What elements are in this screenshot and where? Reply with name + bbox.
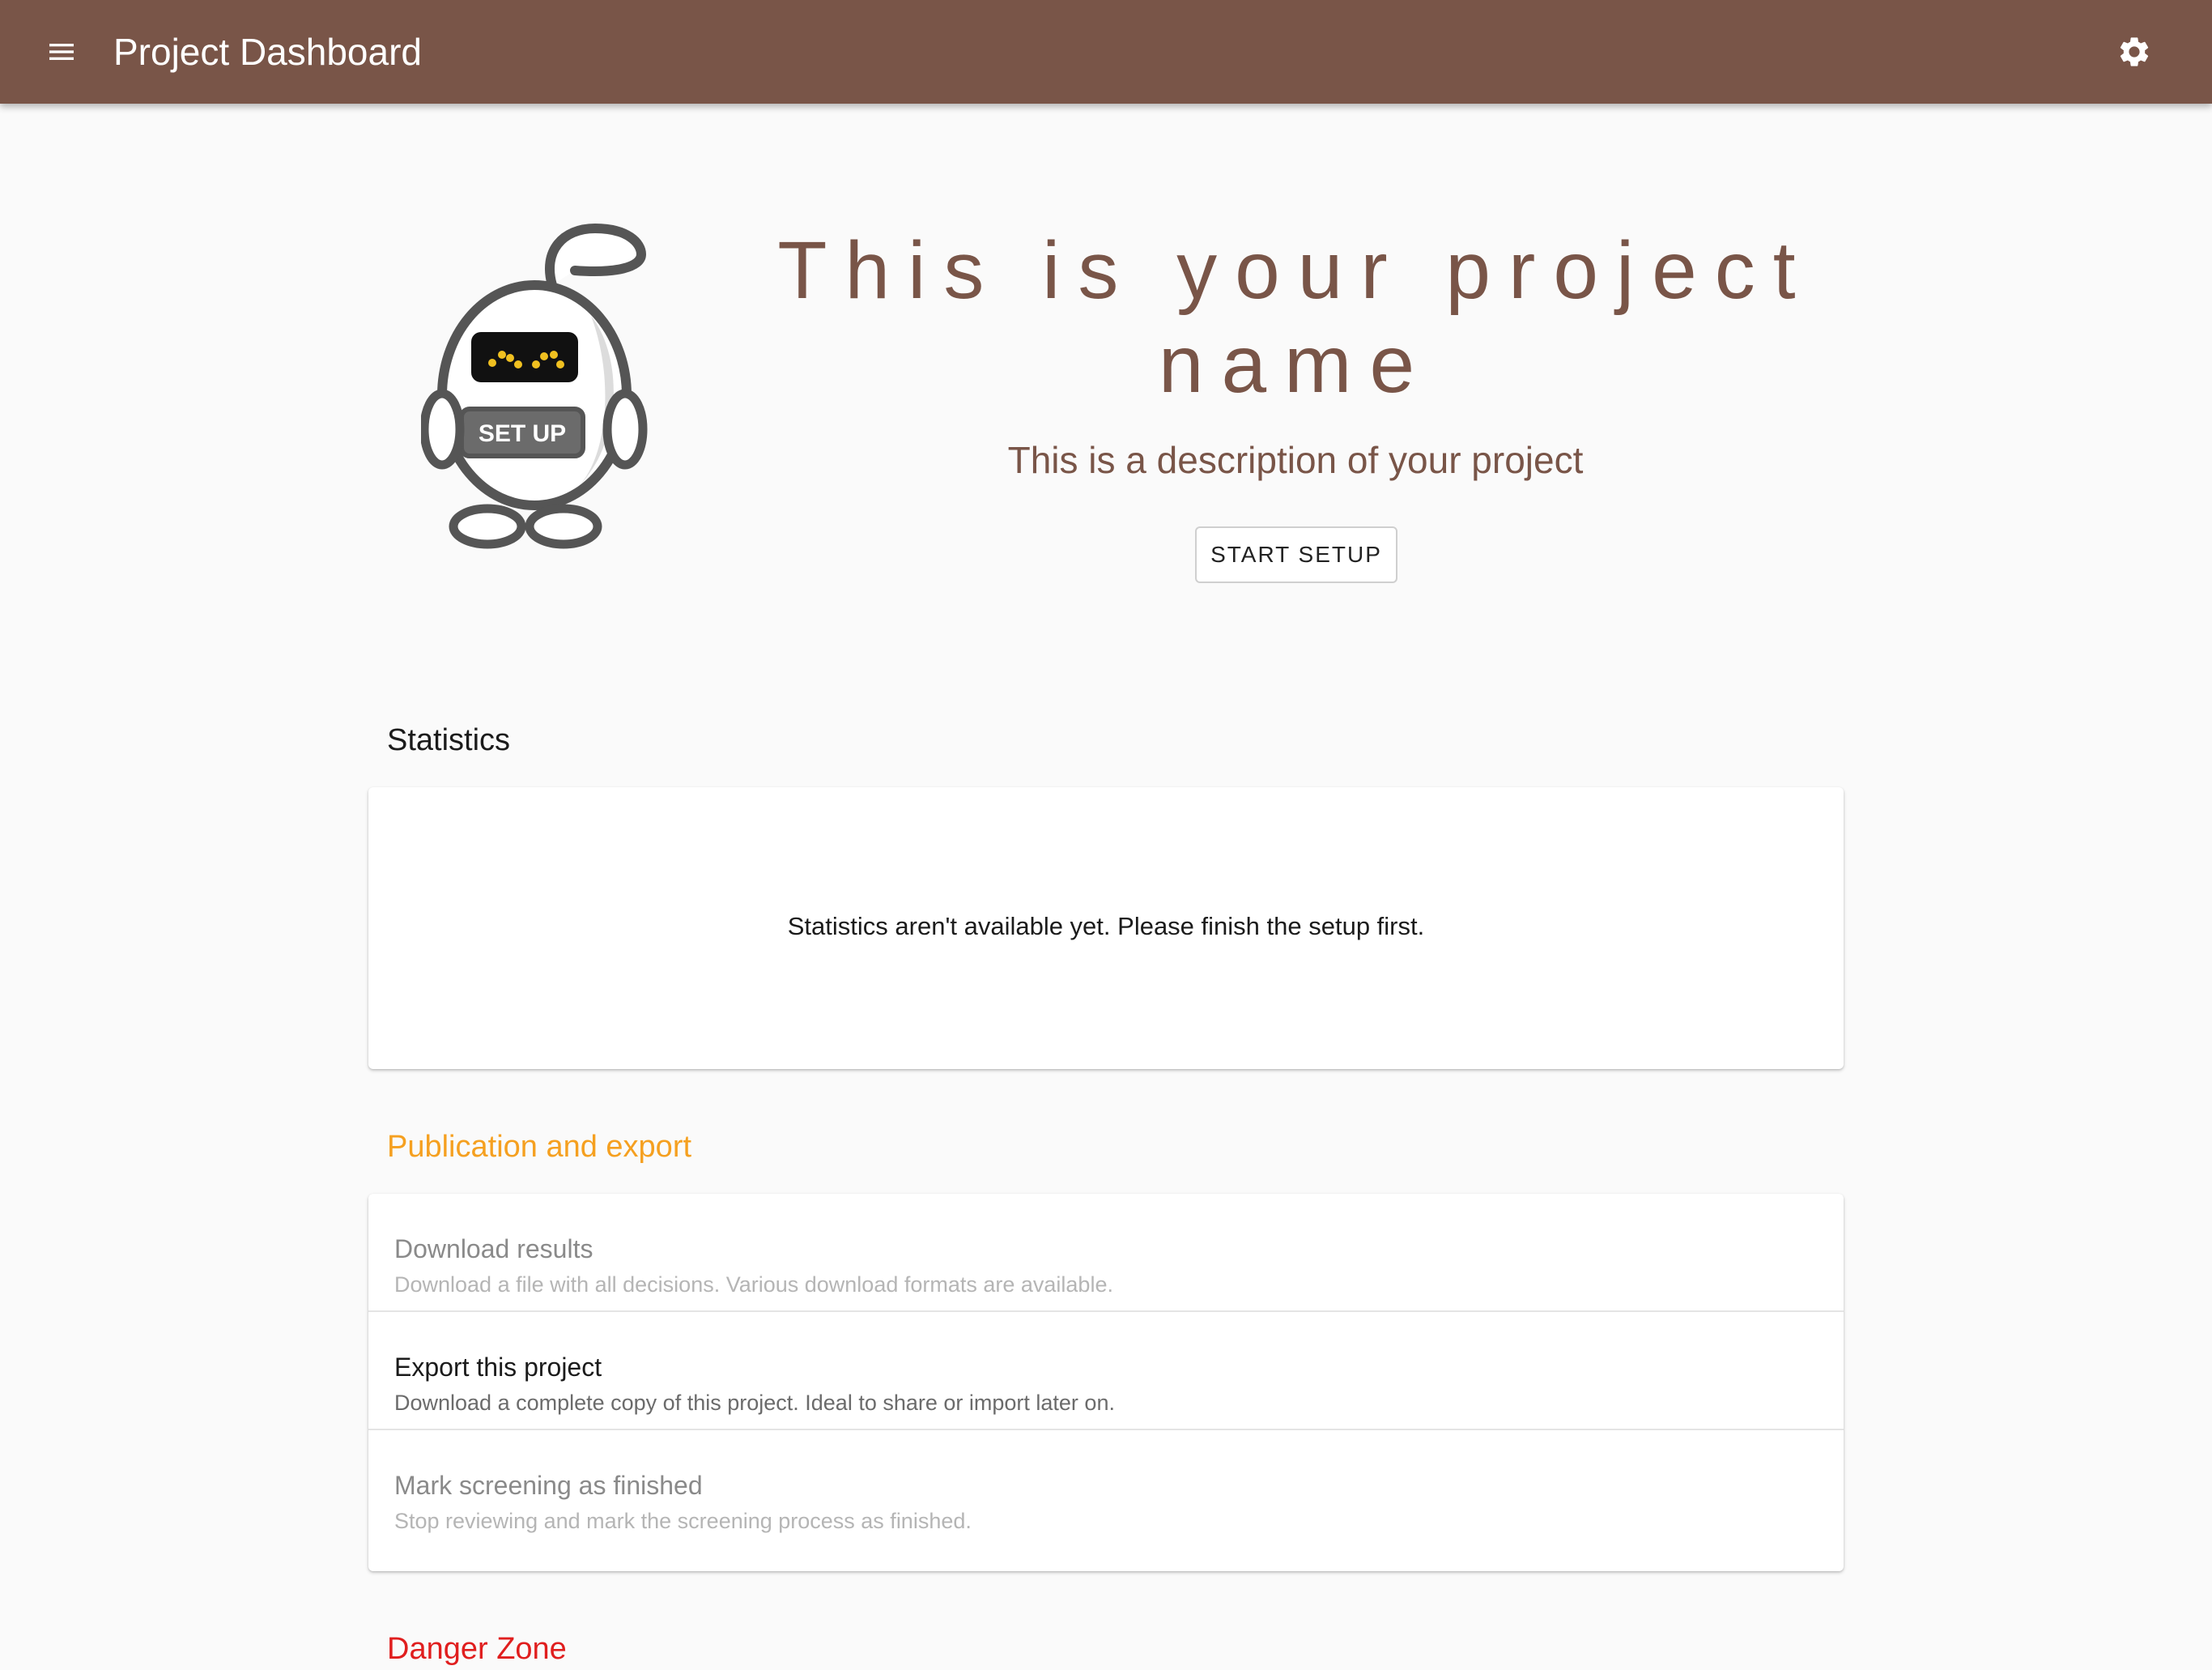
mark-screening-finished-item[interactable]: Mark screening as finished Stop reviewin… xyxy=(368,1430,1844,1571)
settings-button[interactable] xyxy=(2108,26,2160,78)
start-setup-button[interactable]: START SETUP xyxy=(1195,526,1397,583)
project-name-title: This is your project name xyxy=(777,225,1814,410)
app-title: Project Dashboard xyxy=(113,31,422,73)
menu-icon xyxy=(49,44,74,60)
download-results-title: Download results xyxy=(394,1234,593,1263)
mark-screening-finished-title: Mark screening as finished xyxy=(394,1471,703,1500)
statistics-heading: Statistics xyxy=(387,723,511,757)
export-project-title: Export this project xyxy=(394,1353,602,1382)
gear-icon xyxy=(2120,37,2149,66)
publication-export-heading: Publication and export xyxy=(387,1130,692,1164)
app-bar: Project Dashboard xyxy=(0,0,2212,104)
project-description: This is a description of your project xyxy=(1007,439,1584,481)
publication-export-card: Download results Download a file with al… xyxy=(368,1194,1844,1571)
export-project-subtitle: Download a complete copy of this project… xyxy=(394,1391,1115,1415)
danger-zone-heading: Danger Zone xyxy=(387,1632,567,1666)
statistics-unavailable-message: Statistics aren't available yet. Please … xyxy=(787,912,1425,940)
statistics-card: Statistics aren't available yet. Please … xyxy=(368,787,1844,1069)
export-project-item[interactable]: Export this project Download a complete … xyxy=(368,1312,1844,1430)
menu-button[interactable] xyxy=(36,26,87,78)
download-results-subtitle: Download a file with all decisions. Vari… xyxy=(394,1272,1113,1297)
mark-screening-finished-subtitle: Stop reviewing and mark the screening pr… xyxy=(394,1509,972,1533)
setup-robot-illustration: SET UP xyxy=(421,223,648,549)
download-results-item[interactable]: Download results Download a file with al… xyxy=(368,1194,1844,1312)
mascot-badge-text: SET UP xyxy=(479,420,566,447)
